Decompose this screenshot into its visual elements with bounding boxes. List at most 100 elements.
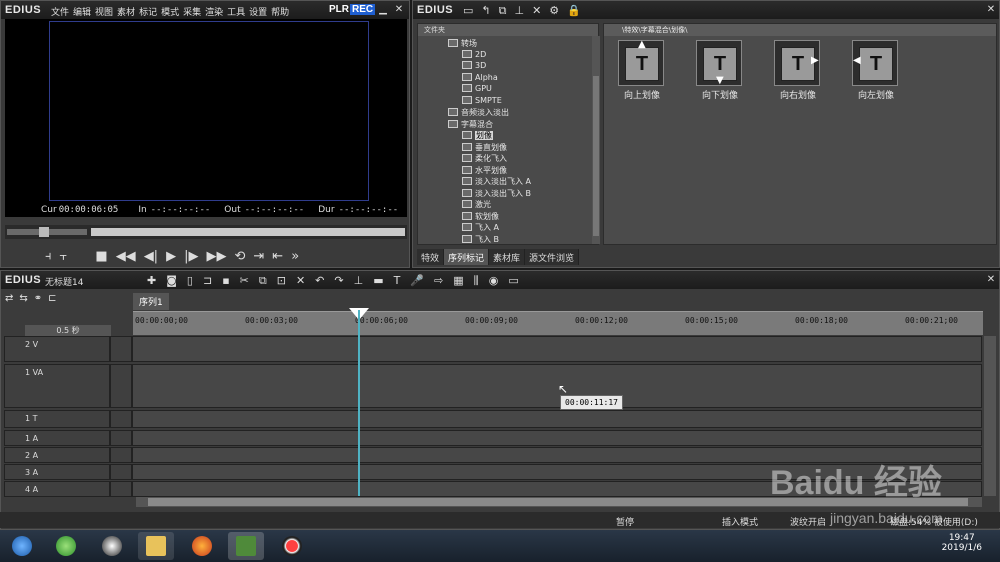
cut-icon[interactable]: ✂ — [240, 274, 249, 288]
tree-item[interactable]: 激光 — [462, 199, 491, 210]
taskbar-app-360[interactable] — [48, 532, 84, 560]
mic-icon[interactable]: 🎤 — [410, 274, 424, 288]
tree-item[interactable]: 划像 — [462, 130, 493, 141]
loop-icon[interactable]: ⟲ — [234, 249, 245, 264]
menu-item[interactable]: 编辑 — [73, 5, 91, 18]
time-ruler[interactable]: 00:00:00;00 00:00:03;00 00:00:06;00 00:00:0… — [133, 311, 983, 335]
sequence-tab[interactable]: 序列1 — [133, 293, 169, 310]
tree-item[interactable]: 3D — [462, 61, 486, 70]
effects-tab[interactable]: 源文件浏览 — [525, 249, 580, 265]
grid-icon[interactable]: ▦ — [453, 274, 463, 288]
track-header[interactable]: 2 V — [4, 336, 110, 362]
properties-icon[interactable]: ⚙ — [549, 4, 559, 18]
step-forward-icon[interactable]: |▶ — [184, 249, 198, 264]
razor-icon[interactable]: ⊥ — [354, 274, 364, 288]
record-icon[interactable]: ◉ — [489, 274, 499, 288]
delete-icon[interactable]: ✕ — [532, 4, 541, 18]
tree-scroll-thumb[interactable] — [593, 76, 599, 236]
playhead-line[interactable] — [358, 310, 360, 496]
menu-item[interactable]: 素材 — [117, 5, 135, 18]
scrub-bar[interactable] — [5, 225, 407, 239]
view-icon[interactable]: ⧉ — [499, 4, 507, 18]
copy-icon[interactable]: ⧉ — [259, 274, 267, 288]
insert-to-timeline-icon[interactable]: ⇥ — [253, 249, 264, 264]
folder-icon[interactable]: ▭ — [463, 4, 473, 18]
menu-item[interactable]: 视图 — [95, 5, 113, 18]
menu-item[interactable]: 模式 — [161, 5, 179, 18]
taskbar-app-firefox[interactable] — [184, 532, 220, 560]
snap-icon[interactable]: ⊏ — [48, 293, 56, 304]
system-clock[interactable]: 19:47 2019/1/6 — [942, 533, 982, 553]
track-header[interactable]: 2 A — [4, 447, 110, 463]
tree-scrollbar[interactable] — [592, 36, 600, 244]
menu-item[interactable]: 设置 — [249, 5, 267, 18]
tree-item[interactable]: 2D — [462, 49, 486, 59]
timeline-vscroll[interactable] — [984, 336, 996, 496]
taskbar-app-edius[interactable] — [228, 532, 264, 560]
track-header[interactable]: 1 VA — [4, 364, 110, 408]
tree-item[interactable]: 飞入 A — [462, 222, 499, 233]
rewind-icon[interactable]: ◀◀ — [116, 249, 136, 264]
tree-item[interactable]: SMPTE — [462, 95, 502, 105]
track-options[interactable] — [110, 464, 132, 480]
open-icon[interactable]: ⊐ — [203, 274, 212, 288]
track-options[interactable] — [110, 481, 132, 497]
track-options[interactable] — [110, 364, 132, 408]
status-insert-mode[interactable]: 插入模式 — [722, 515, 758, 528]
effects-tab[interactable]: 序列标记 — [444, 249, 490, 265]
track-lane[interactable] — [132, 364, 982, 408]
tree-item[interactable]: 柔化飞入 — [462, 153, 507, 164]
track-options[interactable] — [110, 447, 132, 463]
mixer-icon[interactable]: ⫼ — [474, 274, 479, 288]
plr-toggle[interactable]: PLR — [329, 4, 349, 15]
minimize-icon[interactable]: ▁ — [377, 4, 389, 16]
stop-icon[interactable]: ■ — [95, 249, 107, 264]
effect-card[interactable]: T ▶ 向右划像 — [774, 40, 822, 101]
timeline-add-icon[interactable]: ⊥ — [514, 4, 524, 18]
redo-icon[interactable]: ↷ — [334, 274, 343, 288]
undo-icon[interactable]: ↶ — [315, 274, 324, 288]
taskbar-app-qq[interactable] — [94, 532, 130, 560]
start-button[interactable] — [4, 532, 40, 560]
tree-item[interactable]: 淡入淡出飞入 A — [462, 176, 531, 187]
tree-item[interactable]: 音频淡入淡出 — [448, 107, 509, 118]
menu-item[interactable]: 帮助 — [271, 5, 289, 18]
tree-item[interactable]: 淡入淡出飞入 B — [462, 188, 531, 199]
menu-item[interactable]: 文件 — [51, 5, 69, 18]
tree-item[interactable]: GPU — [462, 84, 492, 93]
effect-card[interactable]: T ◀ 向左划像 — [852, 40, 900, 101]
overwrite-to-timeline-icon[interactable]: ⇤ — [272, 249, 283, 264]
track-options[interactable] — [110, 336, 132, 362]
sync-icon[interactable]: ⇆ — [19, 293, 27, 304]
track-options[interactable] — [110, 430, 132, 446]
tree-item[interactable]: 字幕混合 — [448, 119, 493, 130]
render-icon[interactable]: ▬ — [373, 274, 383, 288]
track-header[interactable]: 3 A — [4, 464, 110, 480]
tree-item[interactable]: Alpha — [462, 72, 498, 82]
set-out-icon[interactable]: ⫟ — [60, 249, 68, 264]
lock-icon[interactable]: 🔒 — [567, 4, 581, 18]
step-back-icon[interactable]: ◀| — [144, 249, 158, 264]
shuttle-knob[interactable] — [39, 227, 49, 237]
taskbar-app-recorder[interactable] — [274, 532, 310, 560]
close-icon[interactable]: ✕ — [393, 4, 405, 16]
delete-clip-icon[interactable]: ✕ — [296, 274, 305, 288]
tree-item[interactable]: 转场 — [448, 38, 477, 49]
new-project-icon[interactable]: ✚ — [147, 274, 156, 288]
title-icon[interactable]: T — [394, 274, 401, 288]
track-header[interactable]: 4 A — [4, 481, 110, 497]
status-ripple[interactable]: 波纹开启 — [790, 515, 826, 528]
menu-item[interactable]: 采集 — [183, 5, 201, 18]
up-folder-icon[interactable]: ↰ — [481, 4, 490, 18]
position-bar[interactable] — [91, 228, 405, 236]
track-header[interactable]: 1 A — [4, 430, 110, 446]
track-lane[interactable] — [132, 336, 982, 362]
save-icon[interactable]: ▪ — [222, 274, 229, 288]
play-icon[interactable]: ▶ — [166, 249, 176, 264]
set-in-icon[interactable]: ⫞ — [45, 249, 52, 264]
effects-tab[interactable]: 特效 — [417, 249, 445, 265]
fast-forward-icon[interactable]: ▶▶ — [206, 249, 226, 264]
tree-item[interactable]: 垂直划像 — [462, 142, 507, 153]
camera-icon[interactable]: ◙ — [166, 274, 177, 288]
tree-item[interactable]: 水平划像 — [462, 165, 507, 176]
